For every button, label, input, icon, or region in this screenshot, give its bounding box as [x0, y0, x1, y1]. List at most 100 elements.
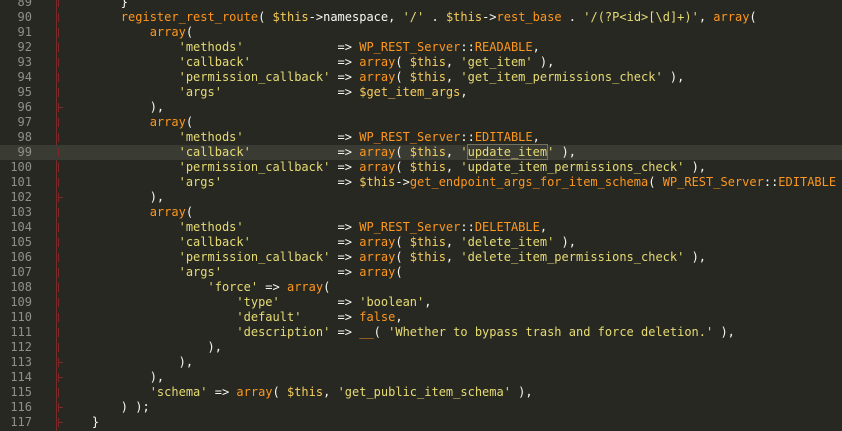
- code-token: 'type': [236, 295, 280, 309]
- code-token: =>: [330, 250, 360, 264]
- code-line[interactable]: 107 'args' => array(: [0, 265, 842, 280]
- code-token: 'force': [207, 280, 259, 294]
- code-line[interactable]: 111 'description' => __( 'Whether to byp…: [0, 325, 842, 340]
- line-number: 103: [10, 205, 32, 219]
- code-line[interactable]: 117 }: [0, 415, 842, 430]
- code-line[interactable]: 110 'default' => false,: [0, 310, 842, 325]
- code-line[interactable]: 102 ),: [0, 190, 842, 205]
- code-line[interactable]: 92 'methods' => WP_REST_Server::READABLE…: [0, 40, 842, 55]
- code-token: $this: [409, 145, 446, 159]
- code-text: 'callback' => array( $this, 'delete_item…: [63, 235, 576, 250]
- code-line[interactable]: 105 'callback' => array( $this, 'delete_…: [0, 235, 842, 250]
- code-line[interactable]: 97 array(: [0, 115, 842, 130]
- code-text: ) );: [63, 400, 150, 415]
- code-token: $this: [409, 55, 446, 69]
- code-text: ),: [63, 100, 164, 115]
- code-token: $get_item_args: [359, 85, 461, 99]
- code-token: (: [395, 235, 410, 249]
- line-number: 109: [10, 295, 32, 309]
- code-line[interactable]: 101 'args' => $this->get_endpoint_args_f…: [0, 175, 842, 190]
- code-token: ),: [662, 70, 685, 84]
- code-line[interactable]: 109 'type' => 'boolean',: [0, 295, 842, 310]
- code-line[interactable]: 99 'callback' => array( $this, 'update_i…: [0, 144, 842, 160]
- line-number: 106: [10, 250, 32, 264]
- code-line[interactable]: 95 'args' => $get_item_args,: [0, 85, 842, 100]
- code-line[interactable]: 93 'callback' => array( $this, 'get_item…: [0, 55, 842, 70]
- code-token: $this: [409, 160, 446, 174]
- line-number: 116: [10, 400, 32, 414]
- code-token: (: [749, 10, 757, 24]
- code-token: ),: [713, 325, 735, 339]
- code-token: DELETABLE: [474, 220, 540, 234]
- code-text: 'args' => $get_item_args,: [63, 85, 468, 100]
- code-text: array(: [63, 115, 193, 130]
- code-token: array: [236, 385, 273, 399]
- code-line[interactable]: 96 ),: [0, 100, 842, 115]
- line-number: 92: [17, 40, 32, 54]
- code-token: ->namespace,: [308, 10, 403, 24]
- code-token: $this: [445, 10, 483, 24]
- code-line[interactable]: 108 'force' => array(: [0, 280, 842, 295]
- code-token: (: [373, 325, 389, 339]
- code-line[interactable]: 104 'methods' => WP_REST_Server::DELETAB…: [0, 220, 842, 235]
- code-token: =>: [301, 310, 360, 324]
- code-line[interactable]: 89 }: [0, 0, 842, 10]
- code-token: (: [395, 160, 410, 174]
- code-token: ::: [460, 40, 475, 54]
- code-token: 'args': [178, 85, 222, 99]
- code-token: ,: [323, 385, 338, 399]
- code-token: 'get_item': [460, 55, 533, 69]
- code-text: 'schema' => array( $this, 'get_public_it…: [63, 385, 533, 400]
- code-token: 'get_item_permissions_check': [460, 70, 663, 84]
- line-number: 102: [10, 190, 32, 204]
- code-text: 'args' => $this->get_endpoint_args_for_i…: [63, 175, 842, 190]
- code-line[interactable]: 100 'permission_callback' => array( $thi…: [0, 160, 842, 175]
- line-number: 98: [17, 130, 32, 144]
- code-line[interactable]: 98 'methods' => WP_REST_Server::EDITABLE…: [0, 130, 842, 145]
- line-number: 113: [10, 355, 32, 369]
- code-line[interactable]: 112 ),: [0, 340, 842, 355]
- code-line[interactable]: 90 register_rest_route( $this->namespace…: [0, 10, 842, 25]
- code-token: =>: [243, 130, 360, 144]
- code-token: WP_REST_Server: [359, 130, 461, 144]
- code-line[interactable]: 106 'permission_callback' => array( $thi…: [0, 250, 842, 265]
- code-token: '/(?P<id>[\d]+)': [583, 10, 699, 24]
- selected-token: update_item: [466, 144, 549, 160]
- code-token: (: [272, 385, 287, 399]
- code-token: WP_REST_Server: [662, 175, 764, 189]
- code-editor[interactable]: 89 } 90 register_rest_route( $this->names…: [0, 0, 842, 431]
- code-line[interactable]: 114 ),: [0, 370, 842, 385]
- code-text: ),: [63, 340, 221, 355]
- code-line[interactable]: 91 array(: [0, 25, 842, 40]
- code-token: array: [359, 265, 396, 279]
- code-token: $this: [286, 385, 324, 399]
- code-token: ,: [395, 310, 403, 324]
- code-line[interactable]: 113 ),: [0, 355, 842, 370]
- line-number: 94: [17, 70, 32, 84]
- code-token: ,: [532, 130, 540, 144]
- code-token: 'boolean': [359, 295, 425, 309]
- code-line[interactable]: 94 'permission_callback' => array( $this…: [0, 70, 842, 85]
- code-token: ,: [445, 235, 461, 249]
- code-line[interactable]: 103 array(: [0, 205, 842, 220]
- code-text: 'type' => 'boolean',: [63, 295, 431, 310]
- code-token: ) );: [63, 400, 150, 414]
- code-token: (: [648, 175, 663, 189]
- code-line[interactable]: 116 ) );: [0, 400, 842, 415]
- line-number: 117: [10, 415, 32, 429]
- code-token: 'delete_item': [460, 235, 555, 249]
- code-text: array(: [63, 205, 193, 220]
- code-token: =>: [330, 70, 360, 84]
- code-line[interactable]: 115 'schema' => array( $this, 'get_publi…: [0, 385, 842, 400]
- code-token: =>: [330, 325, 360, 339]
- code-token: 'permission_callback': [178, 250, 331, 264]
- line-number: 96: [17, 100, 32, 114]
- code-token: 'permission_callback': [178, 70, 331, 84]
